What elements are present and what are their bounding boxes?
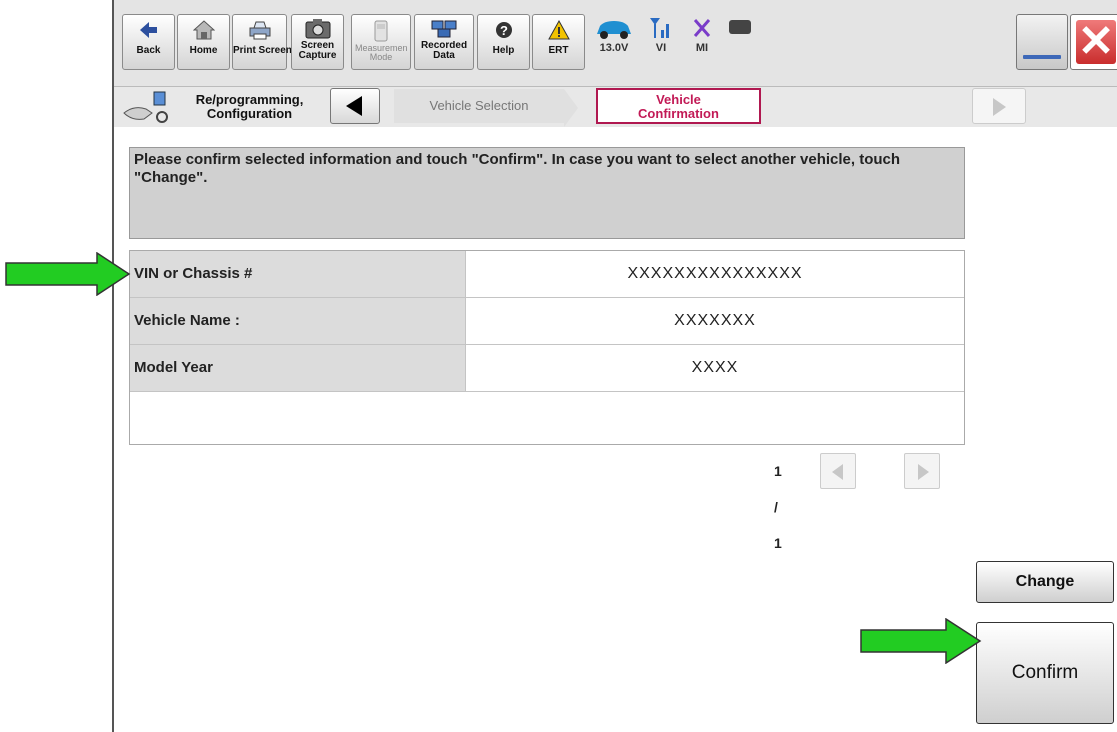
back-button-label: Back [136,45,161,56]
recorded-data-label: Recorded Data [420,41,468,61]
meter-icon [352,20,410,44]
vehicle-info-table: VIN or Chassis # XXXXXXXXXXXXXXX Vehicle… [129,250,965,445]
table-row: Model Year XXXX [130,345,964,392]
home-button[interactable]: Home [177,14,230,70]
svg-text:?: ? [500,23,508,38]
minimize-button[interactable] [1016,14,1068,70]
mi-label: MI [695,42,709,54]
reprogramming-tool-icon [120,91,180,130]
table-row: VIN or Chassis # XXXXXXXXXXXXXXX [130,251,964,298]
vi-label: VI [655,42,667,54]
page-next-icon [918,464,929,480]
page-prev-icon [832,464,843,480]
left-triangle-icon [346,96,362,116]
help-icon: ? [478,20,529,44]
battery-voltage-status: 13.0V [589,16,639,54]
page-indicator: 1 / 1 [774,463,782,551]
ert-button[interactable]: ERT [532,14,585,70]
home-icon [178,20,229,44]
help-button-label: Help [492,45,515,56]
back-button[interactable]: Back [122,14,175,70]
voltage-label: 13.0V [599,42,629,54]
instruction-message: Please confirm selected information and … [129,147,965,239]
print-screen-button[interactable]: Print Screen [232,14,292,70]
home-button-label: Home [189,45,218,56]
car-icon [589,16,639,42]
ert-button-label: ERT [548,45,569,56]
vin-value: XXXXXXXXXXXXXXX [627,265,803,282]
warning-icon [533,19,584,44]
print-screen-label: Print Screen [233,45,292,56]
empty-table-row [130,392,964,439]
model-year-value: XXXX [691,359,739,376]
green-arrow-icon [860,618,982,664]
breadcrumb-forward-button[interactable] [972,88,1026,124]
battery-indicator [726,16,756,43]
reprogramming-label: Re/programming, Configuration [195,92,304,121]
change-button[interactable]: Change [976,561,1114,603]
printer-icon [233,20,286,44]
back-arrow-icon [123,20,174,44]
recorded-data-button[interactable]: Recorded Data [414,14,474,70]
model-year-label: Model Year [130,345,466,391]
vehicle-name-value: XXXXXXX [674,312,756,329]
right-triangle-icon [993,98,1006,116]
recorded-data-icon [415,17,473,41]
confirm-button[interactable]: Confirm [976,622,1114,724]
table-row: Vehicle Name : XXXXXXX [130,298,964,345]
green-arrow-icon [5,252,131,296]
close-button[interactable]: ✕ [1070,14,1117,70]
screen-capture-label: Screen Capture [298,41,337,61]
battery-icon [726,16,756,43]
help-button[interactable]: ? Help [477,14,530,70]
active-step-label: Vehicle Confirmation [638,92,719,121]
vi-status: VI [641,16,681,54]
camera-icon [292,17,343,41]
breadcrumb: Re/programming, Configuration Vehicle Se… [114,86,1117,128]
signal-icon [641,16,681,42]
screen-capture-button[interactable]: Screen Capture [291,14,344,70]
mi-status: MI [682,16,722,54]
reprogramming-crumb[interactable]: Re/programming, Configuration [120,91,320,125]
step-vehicle-confirmation[interactable]: Vehicle Confirmation [596,88,761,124]
vehicle-name-label: Vehicle Name : [130,298,466,344]
step-vehicle-selection[interactable]: Vehicle Selection [394,89,564,123]
toolbar: Back Home Print Screen Screen Capture Me [114,0,1117,86]
page-next-button[interactable] [904,453,940,489]
measurement-mode-label: Measurement Mode [355,44,407,62]
close-icon: ✕ [1076,17,1116,66]
step-chevron [564,89,578,127]
measurement-mode-button[interactable]: Measurement Mode [351,14,411,70]
vin-label: VIN or Chassis # [130,251,466,297]
page-prev-button[interactable] [820,453,856,489]
disconnected-x-icon [682,16,722,42]
breadcrumb-back-button[interactable] [330,88,380,124]
